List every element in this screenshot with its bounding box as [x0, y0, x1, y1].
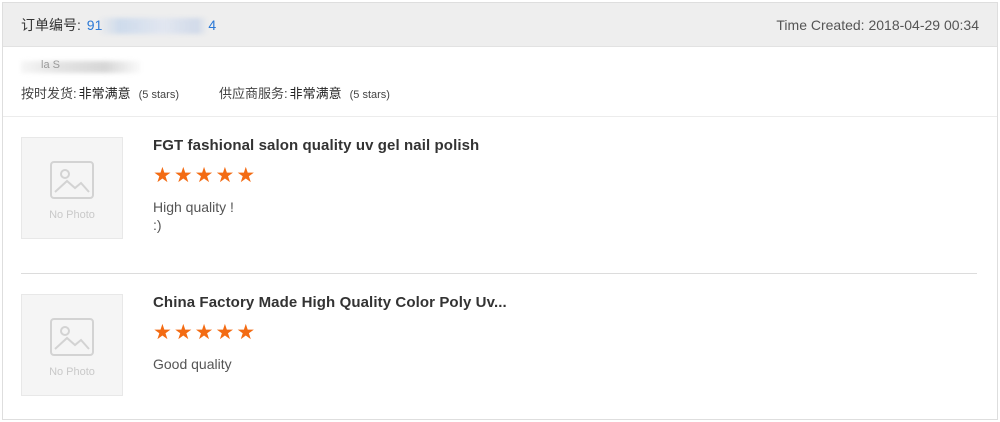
product-thumbnail[interactable]: No Photo	[21, 137, 123, 239]
on-time-label: 按时发货:	[21, 86, 77, 101]
star-icon: ★	[215, 164, 235, 187]
order-number-link[interactable]: 91 4	[87, 17, 216, 34]
on-time-shipping-rating: 按时发货: 非常满意 (5 stars)	[21, 83, 179, 102]
image-placeholder-icon	[50, 161, 94, 199]
service-label: 供应商服务:	[218, 86, 288, 101]
star-icon: ★	[153, 321, 172, 344]
order-feedback-card: 订单编号: 91 4 Time Created: 2018-04-29 00:34…	[2, 2, 998, 420]
star-rating: ★ ★ ★ ★ ★	[153, 321, 853, 344]
star-icon: ★	[194, 164, 214, 187]
star-icon: ★	[215, 321, 235, 344]
redacted-blur	[98, 17, 209, 34]
service-value: 非常满意	[289, 86, 342, 101]
star-icon: ★	[173, 164, 193, 187]
seller-name[interactable]: la S	[21, 59, 979, 77]
product-thumbnail[interactable]: No Photo	[21, 294, 123, 396]
image-placeholder-icon	[50, 318, 94, 356]
on-time-stars: (5 stars)	[138, 89, 179, 101]
no-photo-label: No Photo	[49, 366, 95, 378]
service-stars: (5 stars)	[349, 89, 390, 101]
star-icon: ★	[194, 321, 214, 344]
time-created: Time Created: 2018-04-29 00:34	[776, 16, 979, 33]
star-icon: ★	[153, 164, 172, 187]
review-comment: Good quality	[153, 355, 853, 373]
star-rating: ★ ★ ★ ★ ★	[153, 164, 853, 187]
no-photo-label: No Photo	[49, 209, 95, 221]
seller-ratings: 按时发货: 非常满意 (5 stars) 供应商服务: 非常满意 (5 star…	[21, 83, 979, 102]
star-icon: ★	[173, 321, 193, 344]
order-number: 订单编号: 91 4	[21, 15, 216, 35]
product-details: China Factory Made High Quality Color Po…	[153, 294, 853, 373]
star-icon: ★	[236, 321, 256, 344]
order-number-label: 订单编号:	[21, 16, 81, 33]
product-title-link[interactable]: FGT fashional salon quality uv gel nail …	[153, 137, 853, 154]
supplier-service-rating: 供应商服务: 非常满意 (5 stars)	[219, 83, 390, 102]
seller-info: la S 按时发货: 非常满意 (5 stars) 供应商服务: 非常满意 (5…	[3, 47, 997, 117]
order-header: 订单编号: 91 4 Time Created: 2018-04-29 00:34	[3, 3, 997, 47]
comment-line: High quality !	[153, 199, 234, 215]
redacted-blur	[21, 61, 141, 73]
comment-line: :)	[153, 217, 162, 233]
review-comment: High quality ! :)	[153, 198, 853, 234]
star-icon: ★	[236, 164, 256, 187]
review-item: No Photo China Factory Made High Quality…	[3, 274, 997, 422]
review-item: No Photo FGT fashional salon quality uv …	[3, 117, 997, 274]
comment-line: Good quality	[153, 356, 232, 372]
on-time-value: 非常满意	[78, 86, 131, 101]
product-title-link[interactable]: China Factory Made High Quality Color Po…	[153, 294, 853, 311]
product-details: FGT fashional salon quality uv gel nail …	[153, 137, 853, 234]
